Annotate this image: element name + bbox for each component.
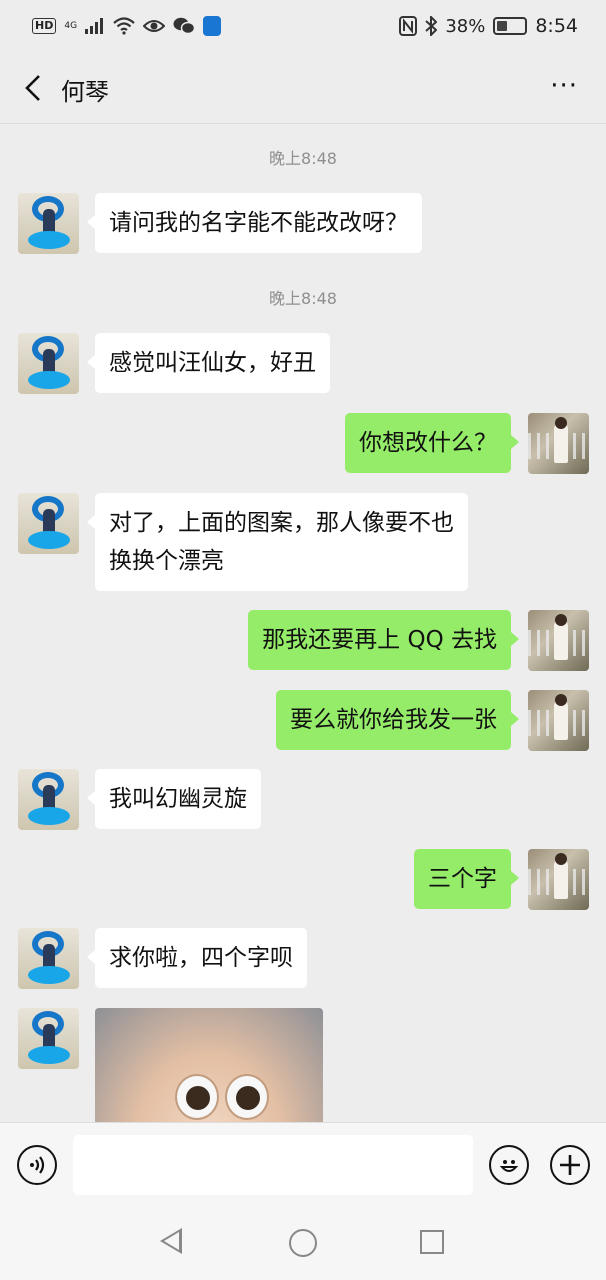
incoming-message[interactable]: 求你啦，四个字呗 [87,928,307,988]
incoming-message[interactable]: 感觉叫汪仙女，好丑 [87,333,330,393]
wifi-icon [113,17,135,35]
shield-icon [203,16,222,36]
message-input[interactable] [73,1135,473,1195]
cartoon-eye [175,1074,219,1120]
incoming-message[interactable]: 对了，上面的图案，那人像要不也 换换个漂亮 [87,493,468,591]
eye-icon [143,20,166,32]
system-home-icon[interactable] [289,1229,317,1257]
chat-area[interactable]: 晚上8:48 请问我的名字能不能改改呀？ 晚上8:48 感觉叫汪仙女，好丑 你想… [0,125,606,1122]
battery-icon [493,17,528,35]
timestamp: 晚上8:48 [269,149,337,168]
battery-level [497,21,508,31]
status-bar: HD 4G 38% 8:54 [0,0,606,52]
more-options-icon[interactable]: ··· [550,73,578,99]
self-avatar[interactable] [528,849,589,910]
wechat-icon [173,17,196,35]
cartoon-bird-image[interactable] [95,1008,323,1122]
contact-avatar[interactable] [18,493,79,554]
outgoing-message[interactable]: 三个字 [414,849,519,909]
network-type: 4G [64,21,78,31]
self-avatar[interactable] [528,690,589,751]
emoji-icon[interactable] [489,1145,529,1185]
contact-avatar[interactable] [18,1008,79,1069]
system-back-icon[interactable] [160,1228,182,1254]
cartoon-eye [225,1074,269,1120]
back-arrow-icon[interactable] [20,74,48,102]
outgoing-message[interactable]: 要么就你给我发一张 [276,690,519,750]
contact-avatar[interactable] [18,928,79,989]
clock: 8:54 [535,15,578,37]
outgoing-message[interactable]: 你想改什么？ [345,413,519,473]
hd-icon: HD [32,18,57,34]
input-bar [0,1122,606,1200]
contact-avatar[interactable] [18,193,79,254]
system-navigation [0,1200,606,1280]
self-avatar[interactable] [528,413,589,474]
incoming-message[interactable]: 我叫幻幽灵旋 [87,769,261,829]
plus-icon[interactable] [550,1145,590,1185]
contact-avatar[interactable] [18,333,79,394]
self-avatar[interactable] [528,610,589,671]
voice-icon[interactable] [17,1145,57,1185]
incoming-message[interactable]: 请问我的名字能不能改改呀？ [87,193,422,253]
outgoing-message[interactable]: 那我还要再上 QQ 去找 [248,610,519,670]
nfc-icon [399,16,418,36]
contact-avatar[interactable] [18,769,79,830]
chat-header: 何琴 ··· [0,52,606,124]
timestamp: 晚上8:48 [269,289,337,308]
chat-title: 何琴 [61,78,109,106]
battery-percent: 38% [445,15,486,37]
system-recent-apps-icon[interactable] [420,1230,444,1254]
bluetooth-icon [425,16,438,36]
signal-icon [85,18,104,34]
